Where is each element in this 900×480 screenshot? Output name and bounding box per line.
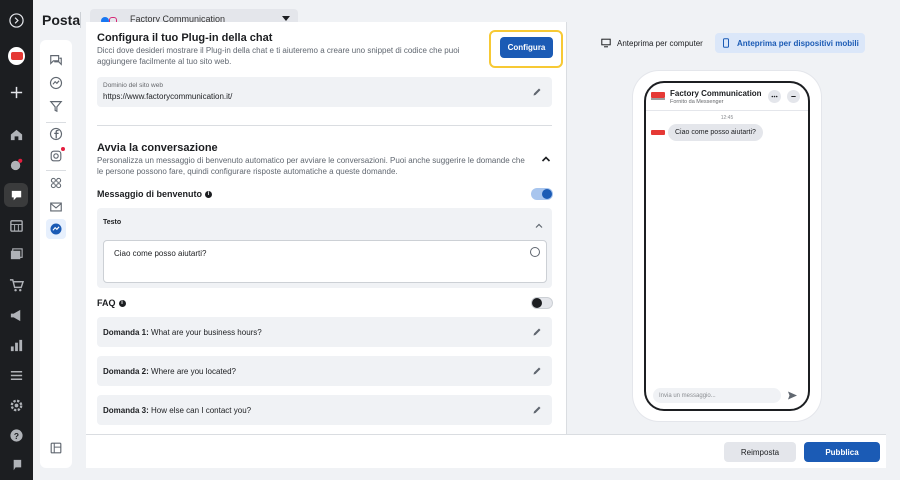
message-timestamp: 12:45 <box>720 115 734 121</box>
conversation-section-title: Avvia la conversazione <box>97 142 218 154</box>
message-input-placeholder: Invia un messaggio... <box>659 392 716 399</box>
phone-screen: Factory Communication Fornito da Messeng… <box>644 81 810 411</box>
conversation-section-description: Personalizza un messaggio di benvenuto a… <box>97 156 525 176</box>
emoji-smiley-icon[interactable] <box>530 247 540 257</box>
faq-text: FAQ <box>97 298 116 308</box>
tab-mobile-label: Anteprima per dispositivi mobili <box>737 38 859 48</box>
message-avatar <box>651 130 665 135</box>
all-messages-icon[interactable] <box>48 52 64 68</box>
inbox-subnav <box>40 40 72 468</box>
faq-question-row[interactable]: Domanda 3: How else can I contact you? <box>97 395 552 425</box>
notifications-icon[interactable] <box>8 156 25 173</box>
filter-funnel-icon[interactable] <box>48 98 64 114</box>
page-logo <box>651 92 665 100</box>
collapse-nav-icon[interactable] <box>8 12 25 29</box>
welcome-text-input[interactable]: Ciao come posso aiutarti? <box>103 240 547 283</box>
domain-value: https://www.factorycommunication.it/ <box>103 92 233 101</box>
config-section-title: Configura il tuo Plug-in della chat <box>97 32 273 44</box>
global-nav: ? <box>0 0 33 480</box>
ads-megaphone-icon[interactable] <box>8 307 25 324</box>
welcome-message-label: Messaggio di benvenuto i <box>97 189 213 199</box>
website-domain-field[interactable]: Dominio del sito web https://www.factory… <box>97 77 552 107</box>
faq-question-row[interactable]: Domanda 2: Where are you located? <box>97 356 552 386</box>
insights-chart-icon[interactable] <box>8 337 25 354</box>
svg-text:?: ? <box>14 431 19 441</box>
section-divider <box>97 125 552 126</box>
chevron-up-small-icon[interactable] <box>535 219 543 228</box>
account-avatar[interactable] <box>8 46 25 65</box>
subnav-divider <box>46 122 66 123</box>
report-flag-icon[interactable] <box>8 457 25 474</box>
faq-question-row[interactable]: Domanda 1: What are your business hours? <box>97 317 552 347</box>
welcome-text-card: Testo Ciao come posso aiutarti? <box>97 208 552 288</box>
layout-panel-icon[interactable] <box>48 440 64 456</box>
domain-label: Dominio del sito web <box>103 82 163 89</box>
chat-page-name: Factory Communication <box>670 89 762 98</box>
welcome-message-bubble: Ciao come posso aiutarti? <box>668 124 763 141</box>
content-icon[interactable] <box>8 246 25 263</box>
welcome-message-text: Messaggio di benvenuto <box>97 189 203 199</box>
faq-toggle[interactable] <box>531 297 553 309</box>
shop-cart-icon[interactable] <box>8 277 25 294</box>
inbox-icon[interactable] <box>4 183 28 207</box>
send-arrow-icon[interactable] <box>787 390 798 401</box>
faq-question-text: Domanda 3: How else can I contact you? <box>103 406 252 415</box>
automations-icon[interactable] <box>48 175 64 191</box>
header-divider <box>80 12 81 28</box>
tab-desktop-preview[interactable]: Anteprima per computer <box>595 33 709 53</box>
edit-pencil-icon[interactable] <box>532 87 542 97</box>
edit-pencil-icon[interactable] <box>532 405 542 415</box>
welcome-message-toggle[interactable] <box>531 188 553 200</box>
subnav-divider <box>46 170 66 171</box>
caret-down-icon <box>282 16 290 21</box>
info-icon[interactable]: i <box>205 190 213 198</box>
monitor-icon <box>601 38 611 48</box>
more-options-icon[interactable] <box>768 90 781 103</box>
edit-pencil-icon[interactable] <box>532 327 542 337</box>
welcome-text-value: Ciao come posso aiutarti? <box>114 249 207 258</box>
info-icon[interactable]: i <box>118 299 126 307</box>
page-title: Posta <box>42 12 81 28</box>
chat-header: Factory Communication Fornito da Messeng… <box>646 83 808 111</box>
chevron-up-icon[interactable] <box>541 153 551 163</box>
instagram-comments-icon[interactable] <box>48 147 65 164</box>
faq-label: FAQ i <box>97 298 126 308</box>
config-section-description: Dicci dove desideri mostrare il Plug-in … <box>97 46 460 66</box>
faq-question-text: Domanda 2: Where are you located? <box>103 367 236 376</box>
settings-gear-icon[interactable] <box>8 397 25 414</box>
faq-question-text: Domanda 1: What are your business hours? <box>103 328 262 337</box>
preview-panel: Anteprima per computer Anteprima per dis… <box>566 22 886 434</box>
mobile-phone-icon <box>723 38 729 48</box>
chat-plugin-messenger-icon[interactable] <box>46 219 66 239</box>
footer-actions: Reimposta Pubblica <box>86 434 886 468</box>
envelope-icon[interactable] <box>48 199 64 215</box>
help-icon[interactable]: ? <box>8 427 25 444</box>
publish-button[interactable]: Pubblica <box>804 442 880 462</box>
edit-pencil-icon[interactable] <box>532 366 542 376</box>
messenger-icon[interactable] <box>48 75 64 91</box>
phone-frame: Factory Communication Fornito da Messeng… <box>633 71 821 421</box>
unread-dot <box>61 147 65 151</box>
reset-button[interactable]: Reimposta <box>724 442 796 462</box>
create-plus-icon[interactable] <box>8 84 25 101</box>
tab-mobile-preview[interactable]: Anteprima per dispositivi mobili <box>715 33 865 53</box>
menu-lines-icon[interactable] <box>8 367 25 384</box>
text-label: Testo <box>103 219 122 226</box>
toggle-knob <box>542 189 552 199</box>
minimize-icon[interactable] <box>787 90 800 103</box>
facebook-comments-icon[interactable] <box>48 126 64 142</box>
toggle-knob <box>532 298 542 308</box>
settings-panel: Configura il tuo Plug-in della chat Dicc… <box>86 22 566 434</box>
home-icon[interactable] <box>8 126 25 143</box>
configure-button[interactable]: Configura <box>500 37 553 58</box>
chat-page-subtitle: Fornito da Messenger <box>670 99 724 105</box>
message-input[interactable]: Invia un messaggio... <box>653 388 781 403</box>
calendar-icon[interactable] <box>8 217 25 234</box>
tab-desktop-label: Anteprima per computer <box>617 38 703 48</box>
